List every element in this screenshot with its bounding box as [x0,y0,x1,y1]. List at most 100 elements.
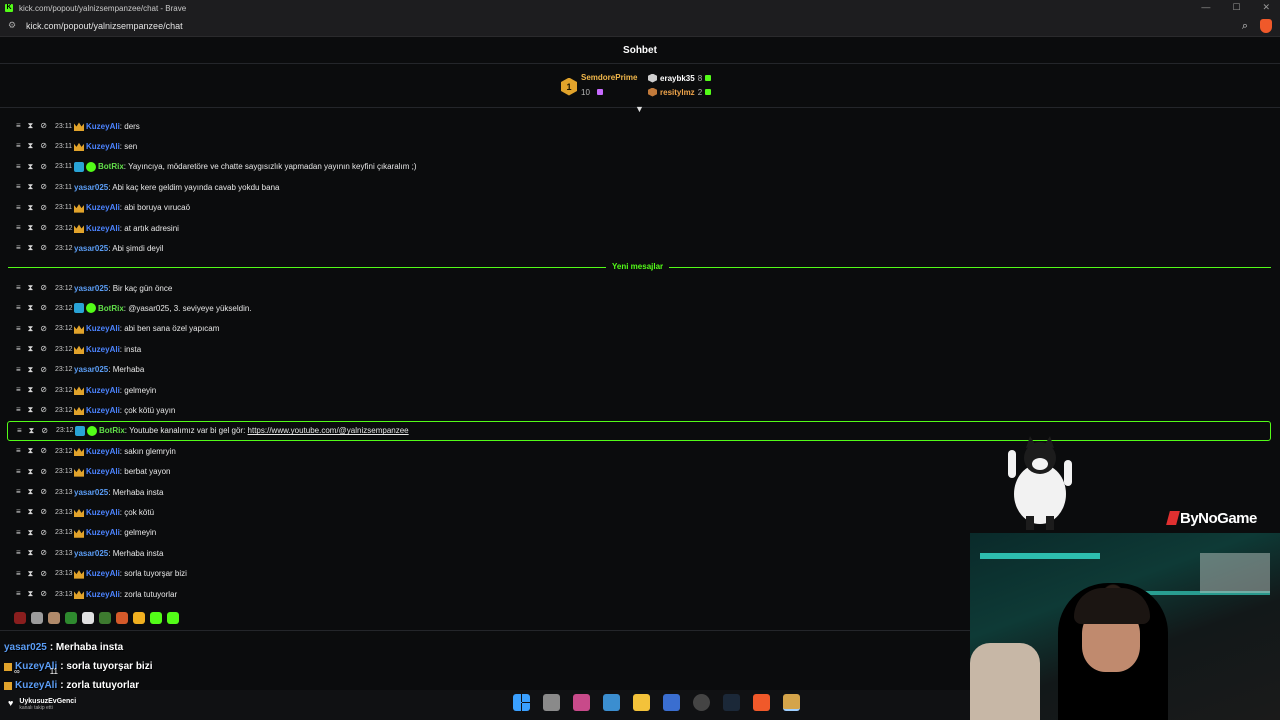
username[interactable]: KuzeyAli [86,569,120,578]
chat-message[interactable]: ≡ ⧗ ⊘ 23:11 KuzeyAli: sen [0,136,1270,156]
username[interactable]: yasar025 [74,549,108,558]
chat-message[interactable]: ≡ ⧗ ⊘ 23:12 KuzeyAli: at artık adresini [0,218,1270,238]
gifter-row[interactable]: resitylmz 2 [648,85,712,99]
username[interactable]: yasar025 [74,488,108,497]
delete-icon[interactable]: ≡ [16,182,21,192]
username[interactable]: KuzeyAli [86,406,120,415]
ban-icon[interactable]: ⊘ [40,446,47,456]
username[interactable]: KuzeyAli [86,345,120,354]
timeout-icon[interactable]: ⧗ [28,283,34,293]
delete-icon[interactable]: ≡ [16,528,21,538]
delete-icon[interactable]: ≡ [16,223,21,233]
url-text[interactable]: kick.com/popout/yalnizsempanzee/chat [26,21,183,31]
timeout-icon[interactable]: ⧗ [28,344,34,354]
emote-icon[interactable] [99,612,111,624]
ban-icon[interactable]: ⊘ [40,243,47,253]
timeout-icon[interactable]: ⧗ [28,243,34,253]
ban-icon[interactable]: ⊘ [40,405,47,415]
timeout-icon[interactable]: ⧗ [28,589,34,599]
delete-icon[interactable]: ≡ [16,385,21,395]
emote-icon[interactable] [65,612,77,624]
ban-icon[interactable]: ⊘ [40,528,47,538]
chat-message[interactable]: ≡ ⧗ ⊘ 23:13 KuzeyAli: berbat yayon [0,462,1270,482]
delete-icon[interactable]: ≡ [16,324,21,334]
timeout-icon[interactable]: ⧗ [28,548,34,558]
ban-icon[interactable]: ⊘ [40,162,47,172]
zoom-icon[interactable]: ⌕ [1242,20,1248,33]
ban-icon[interactable]: ⊘ [40,283,47,293]
gifter-row[interactable]: eraybk35 8 [648,71,712,85]
ban-icon[interactable]: ⊘ [40,324,47,334]
delete-icon[interactable]: ≡ [16,365,21,375]
ban-icon[interactable]: ⊘ [40,385,47,395]
chat-message[interactable]: ≡ ⧗ ⊘ 23:12 BotRix: @yasar025, 3. seviyeye y… [0,298,1270,318]
chat-message[interactable]: ≡ ⧗ ⊘ 23:13 yasar025: Merhaba insta [0,482,1270,502]
ban-icon[interactable]: ⊘ [40,223,47,233]
delete-icon[interactable]: ≡ [16,467,21,477]
chat-message[interactable]: ≡ ⧗ ⊘ 23:12 yasar025: Merhaba [0,360,1270,380]
timeout-icon[interactable]: ⧗ [28,121,34,131]
ban-icon[interactable]: ⊘ [40,365,47,375]
timeout-icon[interactable]: ⧗ [28,223,34,233]
ban-icon[interactable]: ⊘ [40,121,47,131]
delete-icon[interactable]: ≡ [16,203,21,213]
emote-icon[interactable] [31,612,43,624]
username[interactable]: BotRix [98,304,124,313]
ban-icon[interactable]: ⊘ [40,589,47,599]
ban-icon[interactable]: ⊘ [40,569,47,579]
timeout-icon[interactable]: ⧗ [28,446,34,456]
delete-icon[interactable]: ≡ [16,243,21,253]
username[interactable]: yasar025 [74,365,108,374]
emote-icon[interactable] [48,612,60,624]
delete-icon[interactable]: ≡ [16,548,21,558]
chat-message[interactable]: ≡ ⧗ ⊘ 23:12 BotRix: Youtube kanalımız var bi… [7,420,1271,441]
maximize-button[interactable]: ☐ [1232,2,1240,13]
timeout-icon[interactable]: ⧗ [28,162,34,172]
delete-icon[interactable]: ≡ [17,426,22,436]
delete-icon[interactable]: ≡ [16,487,21,497]
ban-icon[interactable]: ⊘ [40,507,47,517]
timeout-icon[interactable]: ⧗ [28,203,34,213]
delete-icon[interactable]: ≡ [16,344,21,354]
username[interactable]: KuzeyAli [86,508,120,517]
chat-message[interactable]: ≡ ⧗ ⊘ 23:11 BotRix: Yayıncıya, mödaretöre ve… [0,157,1270,177]
username[interactable]: BotRix [99,426,125,435]
username[interactable]: KuzeyAli [86,590,120,599]
ban-icon[interactable]: ⊘ [40,344,47,354]
username[interactable]: KuzeyAli [86,467,120,476]
site-info-icon[interactable]: ⚙ [6,20,18,32]
username[interactable]: KuzeyAli [86,324,120,333]
username[interactable]: KuzeyAli [86,142,120,151]
message-link[interactable]: https://www.youtube.com/@yalnizsempanzee [248,426,409,435]
ban-icon[interactable]: ⊘ [40,303,47,313]
chat-message[interactable]: ≡ ⧗ ⊘ 23:12 yasar025: Abi şimdi deyil [0,238,1270,258]
app-icon[interactable] [573,694,590,711]
ban-icon[interactable]: ⊘ [40,548,47,558]
timeout-icon[interactable]: ⧗ [28,182,34,192]
steam-icon[interactable] [723,694,740,711]
username[interactable]: yasar025 [74,183,108,192]
task-view-icon[interactable] [543,694,560,711]
emote-icon[interactable] [167,612,179,624]
timeout-icon[interactable]: ⧗ [28,528,34,538]
emote-icon[interactable] [116,612,128,624]
active-app-icon[interactable] [783,694,800,711]
username[interactable]: KuzeyAli [86,528,120,537]
store-icon[interactable] [663,694,680,711]
brave-browser-icon[interactable] [753,694,770,711]
delete-icon[interactable]: ≡ [16,303,21,313]
ban-icon[interactable]: ⊘ [40,182,47,192]
username[interactable]: BotRix [98,162,124,171]
delete-icon[interactable]: ≡ [16,283,21,293]
ban-icon[interactable]: ⊘ [41,426,48,436]
timeout-icon[interactable]: ⧗ [28,569,34,579]
timeout-icon[interactable]: ⧗ [28,487,34,497]
chat-message[interactable]: ≡ ⧗ ⊘ 23:12 KuzeyAli: sakın glemryin [0,441,1270,461]
timeout-icon[interactable]: ⧗ [28,405,34,415]
username[interactable]: KuzeyAli [86,386,120,395]
minimize-button[interactable]: — [1201,2,1210,13]
timeout-icon[interactable]: ⧗ [28,141,34,151]
delete-icon[interactable]: ≡ [16,141,21,151]
delete-icon[interactable]: ≡ [16,569,21,579]
chat-message[interactable]: ≡ ⧗ ⊘ 23:12 KuzeyAli: insta [0,339,1270,359]
